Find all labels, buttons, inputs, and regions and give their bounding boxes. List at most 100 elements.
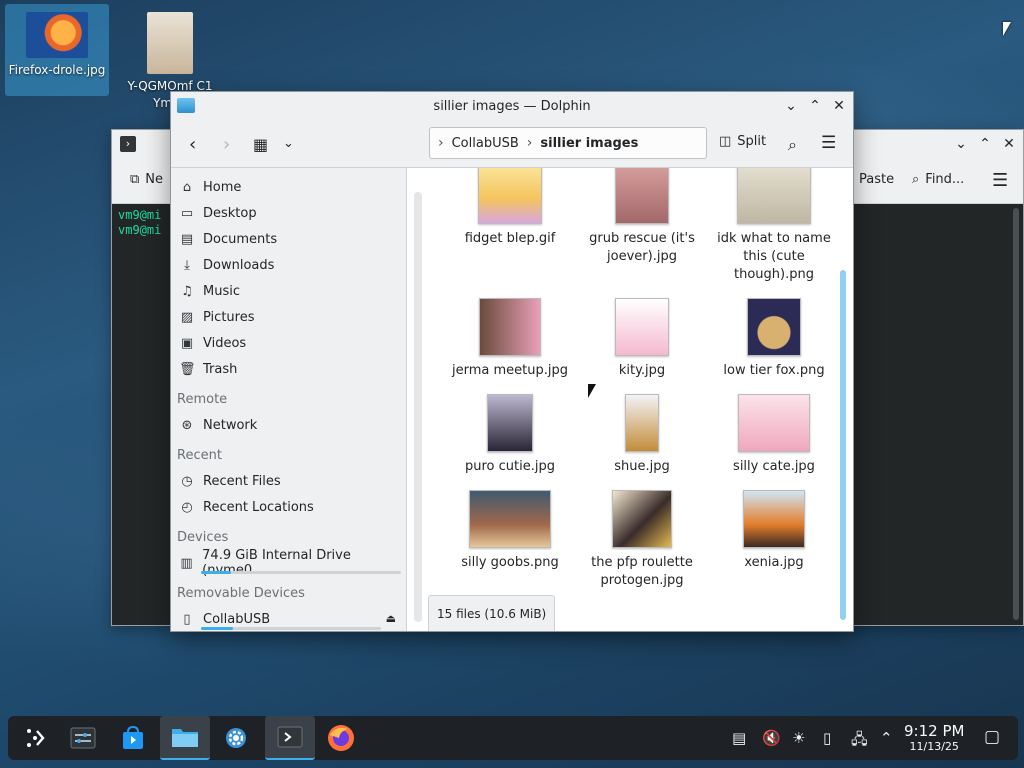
place-videos[interactable]: ▣ Videos bbox=[171, 330, 406, 356]
window-title: sillier images — Dolphin bbox=[433, 98, 591, 114]
place-label: Network bbox=[203, 417, 258, 433]
file-name: the pfp roulette protogen.jpg bbox=[591, 555, 693, 588]
drive-icon: ▥ bbox=[180, 555, 193, 571]
volume-muted-icon[interactable]: 🔇 bbox=[762, 729, 781, 747]
new-tab-button[interactable]: ⧉ Ne bbox=[130, 172, 163, 187]
file-item[interactable]: grub rescue (it's joever).jpg bbox=[576, 168, 708, 266]
terminal-scrollbar[interactable] bbox=[1013, 208, 1019, 620]
forward-button[interactable]: › bbox=[223, 134, 230, 155]
chevron-down-icon[interactable]: ⌄ bbox=[283, 136, 294, 151]
hamburger-menu-icon[interactable]: ☰ bbox=[821, 133, 836, 153]
file-name: fidget blep.gif bbox=[464, 231, 556, 246]
taskbar-system-settings[interactable] bbox=[213, 716, 259, 760]
file-item[interactable]: fidget blep.gif bbox=[444, 168, 576, 248]
view-mode-icon[interactable]: ▦ bbox=[253, 135, 268, 154]
usb-usage-fill bbox=[201, 627, 234, 630]
file-item[interactable]: silly cate.jpg bbox=[708, 394, 840, 476]
clipboard-icon[interactable]: ▤ bbox=[732, 729, 746, 747]
terminal-icon: › bbox=[120, 136, 136, 152]
chevron-up-icon[interactable]: ⌃ bbox=[880, 729, 893, 747]
image-thumbnail bbox=[612, 490, 672, 548]
mouse-cursor bbox=[1003, 22, 1011, 36]
place-network[interactable]: ⊛ Network bbox=[171, 412, 406, 438]
downloads-icon: ⤓ bbox=[184, 257, 190, 273]
file-name: silly goobs.png bbox=[461, 555, 559, 570]
clock[interactable]: 9:12 PM 11/13/25 bbox=[904, 722, 964, 753]
image-thumbnail bbox=[615, 168, 669, 224]
place-pictures[interactable]: ▨ Pictures bbox=[171, 304, 406, 330]
split-button[interactable]: ◫ Split bbox=[719, 134, 766, 149]
taskbar-dolphin[interactable] bbox=[160, 716, 210, 760]
place-recent-files[interactable]: ◷ Recent Files bbox=[171, 468, 406, 494]
file-view[interactable]: fidget blep.gif grub rescue (it's joever… bbox=[408, 168, 853, 631]
file-name: kity.jpg bbox=[618, 363, 666, 378]
image-thumbnail bbox=[615, 298, 669, 356]
file-item[interactable]: jerma meetup.jpg bbox=[444, 298, 576, 380]
close-icon[interactable]: ✕ bbox=[1000, 136, 1018, 152]
music-icon: ♫ bbox=[181, 283, 193, 299]
place-internal-drive[interactable]: ▥ 74.9 GiB Internal Drive (nvme0... bbox=[171, 548, 406, 578]
place-documents[interactable]: ▤ Documents bbox=[171, 226, 406, 252]
split-icon: ◫ bbox=[719, 134, 732, 149]
place-recent-locations[interactable]: ◴ Recent Locations bbox=[171, 494, 406, 520]
show-desktop-icon[interactable]: ▢ bbox=[984, 727, 1000, 747]
brightness-icon[interactable]: ☀ bbox=[792, 729, 805, 747]
desktop-file-firefox-drole[interactable]: Firefox-drole.jpg bbox=[5, 4, 109, 96]
taskbar-konsole[interactable] bbox=[265, 716, 315, 760]
taskbar-system-settings-mixer[interactable] bbox=[60, 716, 106, 760]
discover-store-icon bbox=[123, 725, 143, 749]
close-icon[interactable]: ✕ bbox=[830, 98, 848, 114]
breadcrumb-parent[interactable]: CollabUSB bbox=[452, 136, 519, 151]
network-icon: ⊛ bbox=[181, 417, 193, 433]
file-item[interactable]: shue.jpg bbox=[576, 394, 708, 476]
search-icon[interactable]: ⌕ bbox=[788, 135, 797, 155]
eject-icon[interactable]: ⏏ bbox=[386, 612, 396, 625]
image-thumbnail bbox=[469, 490, 551, 548]
status-bar: 15 files (10.6 MiB) bbox=[428, 595, 556, 631]
file-item[interactable]: puro cutie.jpg bbox=[444, 394, 576, 476]
file-name: jerma meetup.jpg bbox=[452, 363, 568, 378]
breadcrumb[interactable]: › CollabUSB › sillier images bbox=[429, 127, 707, 159]
vertical-scrollbar[interactable] bbox=[840, 270, 846, 620]
splitter-handle[interactable] bbox=[414, 192, 422, 622]
place-desktop[interactable]: ▭ Desktop bbox=[171, 200, 406, 226]
taskbar-firefox[interactable] bbox=[318, 716, 364, 760]
breadcrumb-current[interactable]: sillier images bbox=[540, 136, 638, 151]
back-button[interactable]: ‹ bbox=[189, 134, 196, 155]
new-tab-icon: ⧉ bbox=[130, 172, 140, 187]
file-item[interactable]: the pfp roulette protogen.jpg bbox=[576, 490, 708, 590]
hamburger-menu-icon[interactable]: ☰ bbox=[992, 170, 1008, 191]
maximize-icon[interactable]: ⌃ bbox=[976, 136, 994, 152]
place-label: Downloads bbox=[203, 257, 275, 273]
dolphin-titlebar[interactable]: sillier images — Dolphin ⌄ ⌃ ✕ bbox=[171, 92, 853, 120]
place-trash[interactable]: 🗑 Trash bbox=[171, 356, 406, 382]
image-thumbnail bbox=[737, 168, 811, 224]
taskbar-discover[interactable] bbox=[110, 716, 156, 760]
file-item[interactable]: xenia.jpg bbox=[708, 490, 840, 572]
dolphin-window[interactable]: sillier images — Dolphin ⌄ ⌃ ✕ ‹ › ▦ ⌄ ›… bbox=[170, 91, 854, 632]
place-collabusb[interactable]: ▯ CollabUSB ⏏ bbox=[171, 606, 406, 632]
recent-locations-icon: ◴ bbox=[181, 499, 193, 515]
place-music[interactable]: ♫ Music bbox=[171, 278, 406, 304]
network-wired-icon[interactable]: 🖧 bbox=[851, 729, 868, 754]
application-launcher[interactable] bbox=[12, 716, 58, 760]
file-item[interactable]: low tier fox.png bbox=[708, 298, 840, 380]
usb-device-icon[interactable]: ▯ bbox=[823, 729, 831, 747]
place-downloads[interactable]: ⤓ Downloads bbox=[171, 252, 406, 278]
file-item[interactable]: silly goobs.png bbox=[444, 490, 576, 572]
paste-button[interactable]: Paste bbox=[859, 172, 894, 187]
places-section-devices: Devices bbox=[177, 529, 229, 545]
file-item[interactable]: idk what to name this (cute though).png bbox=[708, 168, 840, 284]
place-label: Music bbox=[203, 283, 240, 299]
desktop-file-label: Firefox-drole.jpg bbox=[8, 63, 106, 77]
kde-launcher-icon bbox=[27, 729, 45, 747]
find-button[interactable]: ⌕ Find... bbox=[912, 172, 964, 187]
chevron-down-icon[interactable]: ⌄ bbox=[782, 98, 800, 114]
chevron-right-icon: › bbox=[526, 135, 533, 151]
chevron-down-icon[interactable]: ⌄ bbox=[952, 136, 970, 152]
place-home[interactable]: ⌂ Home bbox=[171, 174, 406, 200]
places-section-recent: Recent bbox=[177, 447, 222, 463]
split-label: Split bbox=[737, 134, 767, 149]
file-item[interactable]: kity.jpg bbox=[576, 298, 708, 380]
maximize-icon[interactable]: ⌃ bbox=[806, 98, 824, 114]
